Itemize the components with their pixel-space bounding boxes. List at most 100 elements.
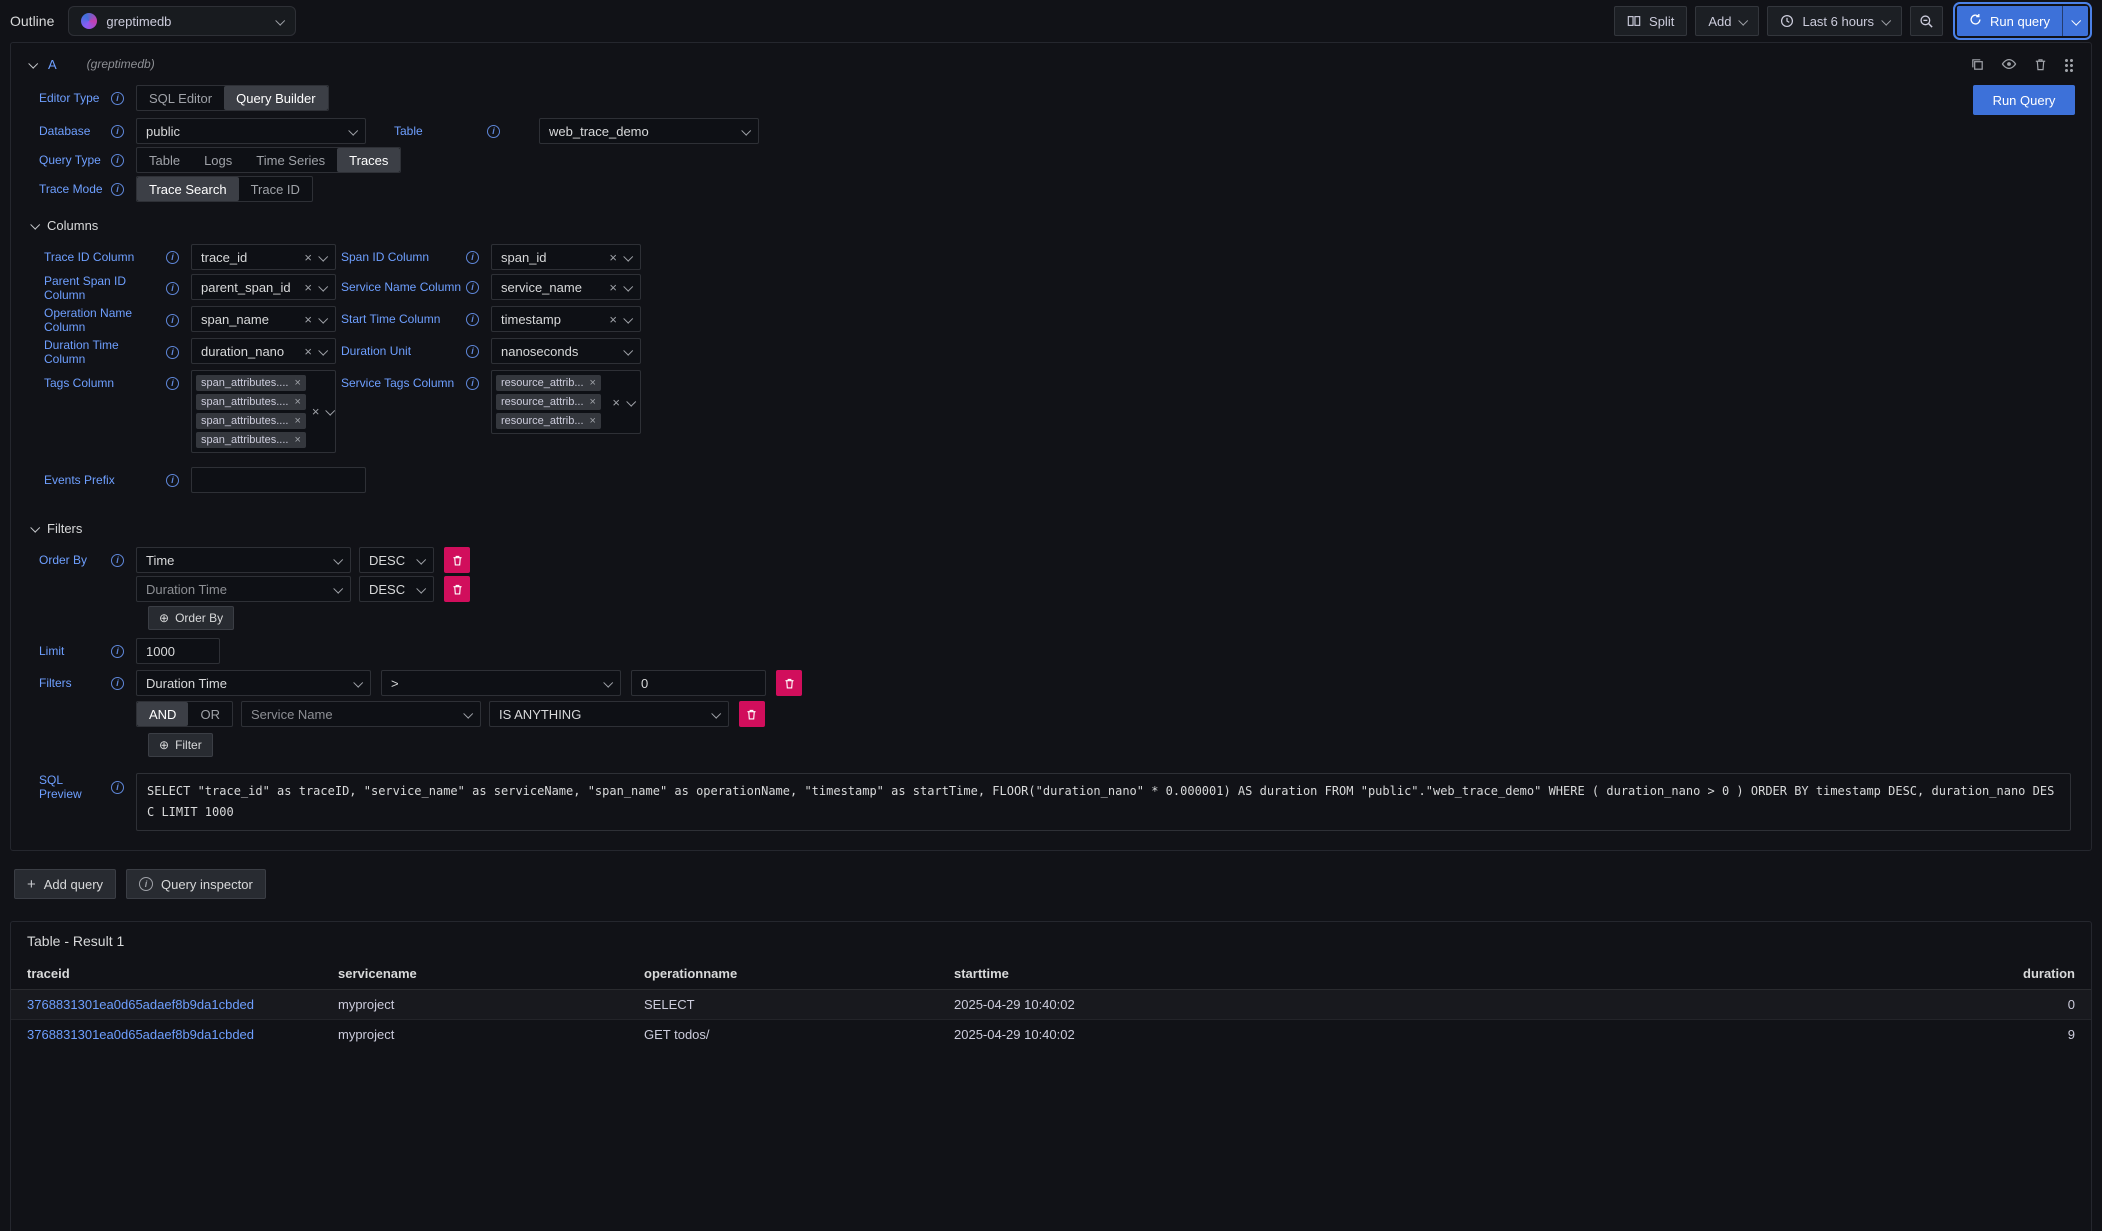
limit-input[interactable]: 1000 [136,638,220,664]
query-collapse-chevron-icon[interactable] [28,58,38,68]
filter-field-select[interactable]: Service Name [241,701,481,727]
query-type-option-time-series[interactable]: Time Series [244,148,337,172]
filter-operator-select[interactable]: IS ANYTHING [489,701,729,727]
query-type-option-logs[interactable]: Logs [192,148,244,172]
order-by-direction-select[interactable]: DESC [359,547,434,573]
chevron-down-icon [623,313,633,323]
duration-unit-select[interactable]: nanoseconds [491,338,641,364]
query-inspector-button[interactable]: i Query inspector [126,869,266,899]
table-cell-traceid[interactable]: 3768831301ea0d65adaef8b9da1cbded [11,1019,326,1049]
filter-value-input[interactable]: 0 [631,670,766,696]
service-tags-column-multiselect[interactable]: resource_attrib...× resource_attrib...× … [491,370,641,434]
add-button[interactable]: Add [1695,6,1759,36]
service-name-column-select[interactable]: service_name× [491,274,641,300]
column-header-operationname[interactable]: operationname [632,958,942,989]
column-header-duration[interactable]: duration [1247,958,2091,989]
table-cell-traceid[interactable]: 3768831301ea0d65adaef8b9da1cbded [11,989,326,1019]
order-by-direction-select[interactable]: DESC [359,576,434,602]
run-query-caret-button[interactable] [2062,6,2088,36]
table-select[interactable]: web_trace_demo [539,118,759,144]
time-range-picker[interactable]: Last 6 hours [1767,6,1902,36]
add-order-by-row: ⊕ Order By [39,606,2075,630]
remove-tag-icon[interactable]: × [590,416,596,427]
duration-time-column-select[interactable]: duration_nano× [191,338,336,364]
column-header-servicename[interactable]: servicename [326,958,632,989]
remove-tag-icon[interactable]: × [294,416,300,427]
clear-icon[interactable]: × [304,251,312,264]
clear-icon[interactable]: × [304,345,312,358]
chevron-down-icon [416,554,426,564]
drag-handle-icon[interactable] [2064,57,2075,72]
remove-tag-icon[interactable]: × [590,397,596,408]
query-type-option-table[interactable]: Table [137,148,192,172]
chevron-down-icon [626,396,636,406]
clear-all-icon[interactable]: × [312,405,320,418]
clear-icon[interactable]: × [304,281,312,294]
remove-tag-icon[interactable]: × [590,378,596,389]
table-cell-starttime: 2025-04-29 10:40:02 [942,989,1247,1019]
operation-name-column-select[interactable]: span_name× [191,306,336,332]
trace-id-link[interactable]: 3768831301ea0d65adaef8b9da1cbded [27,997,254,1012]
column-header-traceid[interactable]: traceid [11,958,326,989]
trace-id-link[interactable]: 3768831301ea0d65adaef8b9da1cbded [27,1027,254,1042]
run-query-button[interactable]: Run query [1957,6,2062,36]
query-type-option-traces[interactable]: Traces [337,148,400,172]
editor-type-option-query-builder[interactable]: Query Builder [224,86,327,110]
clear-icon[interactable]: × [609,281,617,294]
datasource-logo-icon [81,13,97,29]
clear-all-icon[interactable]: × [612,396,620,409]
clear-icon[interactable]: × [609,251,617,264]
filter-row-2: AND OR Service Name IS ANYTHING [39,701,2075,727]
span-id-column-select[interactable]: span_id× [491,244,641,270]
trace-id-column-select[interactable]: trace_id× [191,244,336,270]
delete-query-button[interactable] [2033,57,2048,72]
order-by-field-select[interactable]: Duration Time [136,576,351,602]
remove-tag-icon[interactable]: × [294,397,300,408]
info-icon: i [111,645,124,658]
column-header-starttime[interactable]: starttime [942,958,1247,989]
add-query-button[interactable]: + Add query [14,869,116,899]
database-select[interactable]: public [136,118,366,144]
filters-section-header[interactable]: Filters [31,521,2075,536]
panel-run-query-button[interactable]: Run Query [1973,85,2075,115]
filter-logic-or[interactable]: OR [188,702,232,726]
add-order-by-button[interactable]: ⊕ Order By [148,606,234,630]
remove-tag-icon[interactable]: × [294,435,300,446]
clear-icon[interactable]: × [304,313,312,326]
remove-filter-button[interactable] [776,670,802,696]
start-time-column-select[interactable]: timestamp× [491,306,641,332]
hide-response-button[interactable] [2001,56,2017,72]
order-by-field-select[interactable]: Time [136,547,351,573]
limit-row: Limiti 1000 [39,638,2075,664]
multiselect-controls: × [306,405,334,418]
trace-mode-option-trace-id[interactable]: Trace ID [239,177,312,201]
split-button[interactable]: Split [1614,6,1687,36]
chevron-down-icon [318,251,328,261]
datasource-picker[interactable]: greptimedb [68,6,296,36]
remove-tag-icon[interactable]: × [294,378,300,389]
zoom-out-button[interactable] [1910,6,1943,36]
add-filter-button[interactable]: ⊕ Filter [148,733,213,757]
trace-mode-label: Trace Mode i [39,176,136,202]
remove-order-by-button[interactable] [444,547,470,573]
clear-icon[interactable]: × [609,313,617,326]
events-prefix-input[interactable] [191,467,366,493]
remove-filter-button[interactable] [739,701,765,727]
columns-row-4: Duration Time Columni duration_nano× Dur… [44,338,2075,366]
trace-mode-option-trace-search[interactable]: Trace Search [137,177,239,201]
tag-pill: resource_attrib...× [496,375,601,391]
query-ref-id[interactable]: A [48,57,57,72]
filter-field-select[interactable]: Duration Time [136,670,371,696]
columns-section-header[interactable]: Columns [31,218,2075,233]
filter-operator-select[interactable]: > [381,670,621,696]
parent-span-id-column-select[interactable]: parent_span_id× [191,274,336,300]
duplicate-query-button[interactable] [1970,57,1985,72]
editor-type-option-sql-editor[interactable]: SQL Editor [137,86,224,110]
chevron-down-icon [318,313,328,323]
split-icon [1627,14,1641,28]
query-actions: + Add query i Query inspector [14,869,2092,899]
filter-logic-and[interactable]: AND [137,702,188,726]
tags-column-multiselect[interactable]: span_attributes....× span_attributes....… [191,370,336,453]
chevron-down-icon [603,677,613,687]
remove-order-by-button[interactable] [444,576,470,602]
